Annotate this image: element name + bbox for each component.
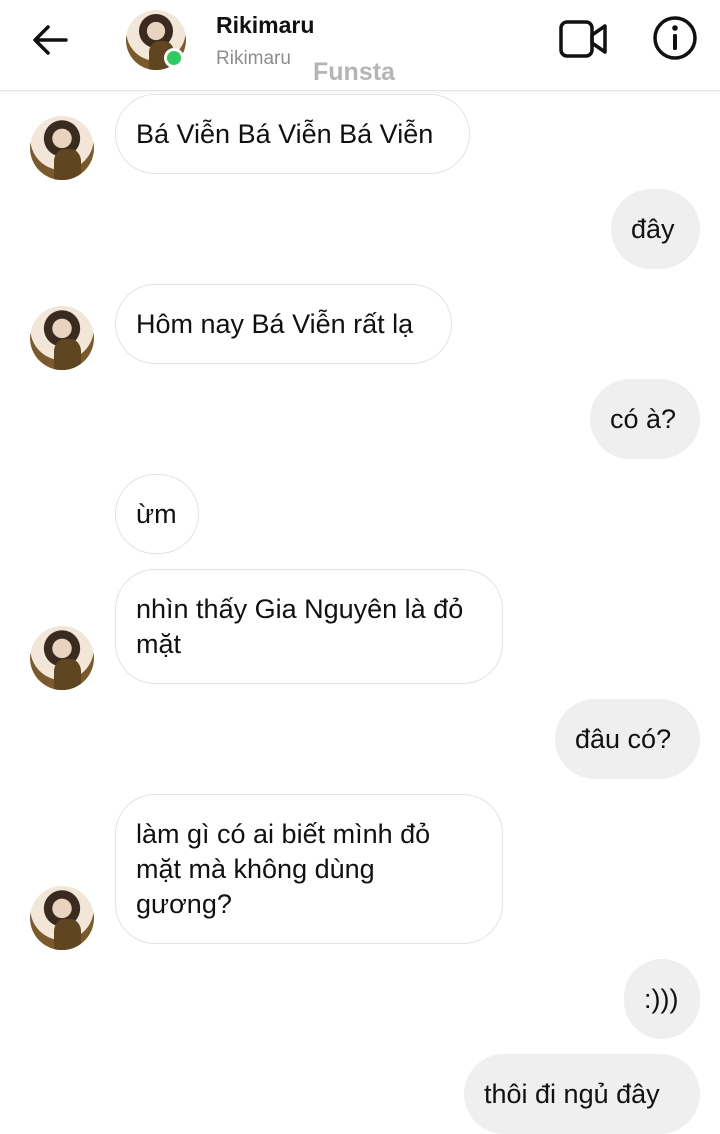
received-message[interactable]: Bá Viễn Bá Viễn Bá Viễn [115,94,470,174]
message-text: làm gì có ai biết mình đỏ mặt mà không d… [136,818,431,919]
message-text: ừm [136,498,177,529]
back-arrow-icon[interactable] [28,18,72,62]
received-message[interactable]: nhìn thấy Gia Nguyên là đỏ mặt [115,569,503,684]
received-message[interactable]: Hôm nay Bá Viễn rất lạ [115,284,452,364]
contact-username: Rikimaru [216,48,291,69]
message-text: :))) [644,983,679,1014]
sender-avatar[interactable] [30,306,94,370]
message-text: Hôm nay Bá Viễn rất lạ [136,308,414,339]
info-icon[interactable] [650,13,700,63]
message-text: nhìn thấy Gia Nguyên là đỏ mặt [136,593,464,659]
sent-message[interactable]: đây [611,189,700,269]
message-text: thôi đi ngủ đây [484,1078,660,1109]
message-text: có à? [610,403,677,434]
message-text: Bá Viễn Bá Viễn Bá Viễn [136,118,434,149]
sent-message[interactable]: thôi đi ngủ đây [464,1054,700,1134]
contact-name[interactable]: Rikimaru [216,12,314,39]
sent-message[interactable]: :))) [624,959,700,1039]
sender-avatar[interactable] [30,886,94,950]
received-message[interactable]: làm gì có ai biết mình đỏ mặt mà không d… [115,794,503,944]
chat-header: Rikimaru Rikimaru Funsta [0,0,720,91]
sender-avatar[interactable] [30,626,94,690]
watermark: Funsta [313,58,395,86]
sent-message[interactable]: đâu có? [555,699,700,779]
message-text: đây [631,213,675,244]
online-status-dot [164,48,184,68]
sent-message[interactable]: có à? [590,379,700,459]
video-call-icon[interactable] [558,14,608,64]
received-message[interactable]: ừm [115,474,199,554]
message-list[interactable]: Bá Viễn Bá Viễn Bá Viễn đây Hôm nay Bá V… [0,91,720,1134]
sender-avatar[interactable] [30,116,94,180]
message-text: đâu có? [575,723,672,754]
